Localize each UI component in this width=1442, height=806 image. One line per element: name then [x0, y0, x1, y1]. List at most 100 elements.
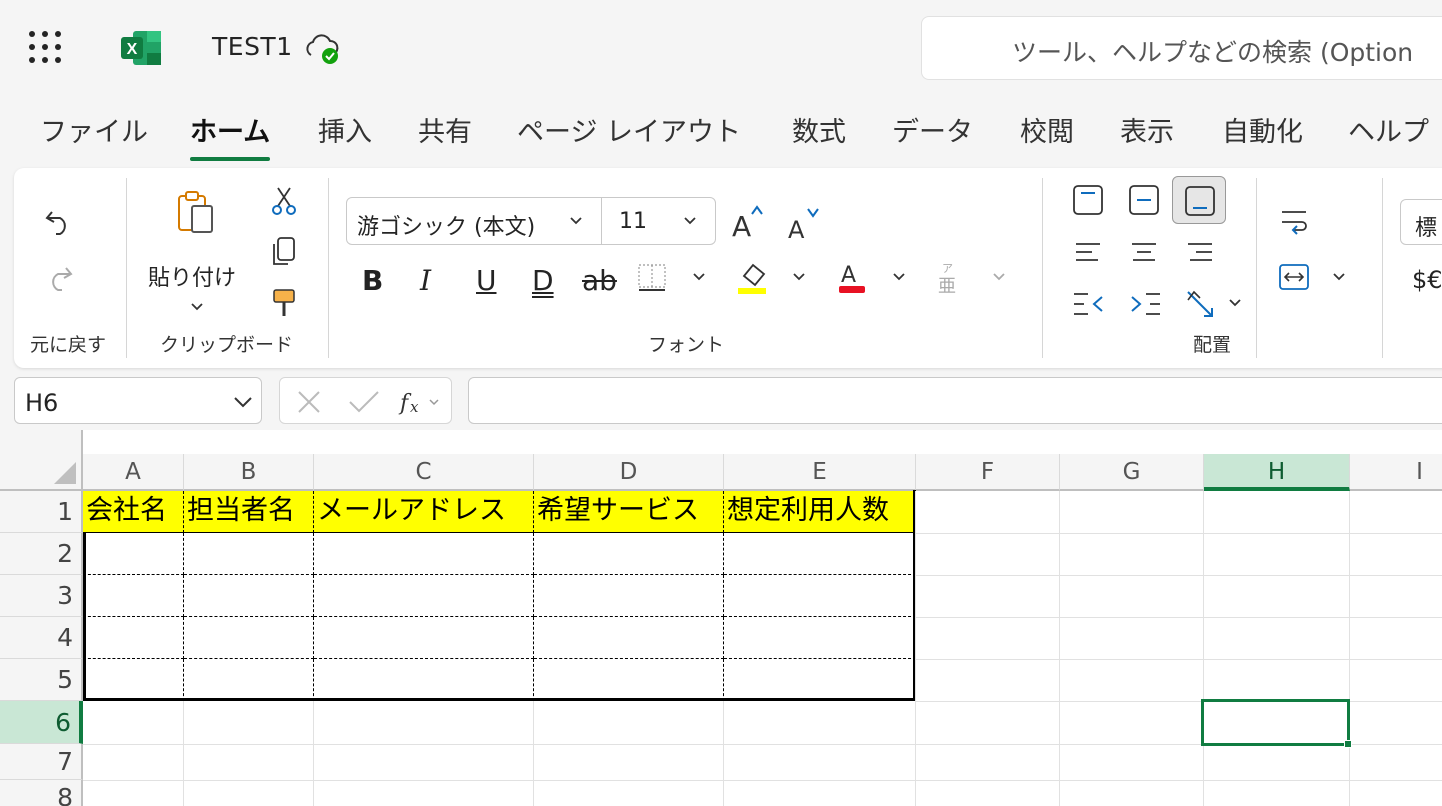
format-painter-icon[interactable] [270, 288, 298, 320]
cell-a1[interactable]: 会社名 [83, 491, 184, 533]
orientation-icon[interactable] [1184, 288, 1218, 320]
chevron-down-icon[interactable] [792, 272, 806, 282]
row-header-7[interactable]: 7 [0, 744, 83, 780]
table-cell[interactable] [534, 659, 724, 701]
chevron-down-icon[interactable] [1332, 272, 1346, 282]
currency-format-button[interactable]: $€ [1412, 266, 1442, 294]
align-right-icon[interactable] [1184, 238, 1216, 266]
paste-icon[interactable] [176, 190, 216, 234]
cancel-icon[interactable] [296, 389, 322, 415]
tab-home[interactable]: ホーム [190, 110, 271, 161]
font-color-icon[interactable]: A [836, 258, 868, 296]
row-header-1[interactable]: 1 [0, 491, 83, 533]
table-cell[interactable] [534, 617, 724, 659]
chevron-down-icon[interactable] [190, 302, 204, 312]
tab-formulas[interactable]: 数式 [792, 110, 846, 149]
formula-input[interactable] [468, 377, 1442, 424]
selected-cell-h6[interactable] [1201, 699, 1350, 746]
column-header-c[interactable]: C [314, 454, 534, 491]
align-top-icon[interactable] [1072, 184, 1104, 216]
row-header-3[interactable]: 3 [0, 575, 83, 617]
chevron-down-icon[interactable] [569, 216, 583, 226]
table-cell[interactable] [724, 533, 916, 575]
number-format-dropdown[interactable]: 標 [1400, 199, 1442, 245]
cut-icon[interactable] [270, 186, 298, 216]
bold-button[interactable]: B [362, 264, 383, 297]
chevron-down-icon[interactable] [683, 216, 697, 226]
table-cell[interactable] [184, 533, 314, 575]
column-header-e[interactable]: E [724, 454, 916, 491]
search-box[interactable]: ツール、ヘルプなどの検索 (Option [921, 16, 1442, 80]
align-left-icon[interactable] [1072, 238, 1104, 266]
table-cell[interactable] [314, 659, 534, 701]
chevron-down-icon[interactable] [1228, 298, 1242, 308]
copy-icon[interactable] [270, 236, 298, 268]
chevron-down-icon[interactable] [892, 272, 906, 282]
app-launcher-icon[interactable] [29, 31, 61, 63]
table-cell[interactable] [534, 533, 724, 575]
redo-icon[interactable] [44, 264, 74, 292]
increase-indent-icon[interactable] [1128, 290, 1162, 318]
decrease-indent-icon[interactable] [1072, 290, 1106, 318]
phonetic-guide-icon[interactable]: ア 亜 [936, 260, 964, 296]
align-bottom-button[interactable] [1172, 176, 1226, 224]
table-cell[interactable] [314, 533, 534, 575]
align-middle-icon[interactable] [1128, 184, 1160, 216]
cell-d1[interactable]: 希望サービス [534, 491, 724, 533]
paste-button[interactable]: 貼り付け [148, 260, 236, 292]
italic-button[interactable]: I [420, 264, 431, 297]
tab-data[interactable]: データ [892, 110, 973, 149]
font-size-dropdown[interactable]: 11 [619, 209, 647, 234]
row-header-8[interactable]: 8 [0, 780, 83, 806]
document-title[interactable]: TEST1 [212, 32, 293, 61]
table-cell[interactable] [83, 575, 184, 617]
tab-page-layout[interactable]: ページ レイアウト [517, 110, 741, 149]
row-header-6[interactable]: 6 [0, 701, 83, 744]
enter-icon[interactable] [348, 389, 380, 415]
table-cell[interactable] [184, 659, 314, 701]
tab-view[interactable]: 表示 [1120, 110, 1174, 149]
select-all-button[interactable] [0, 430, 83, 491]
table-cell[interactable] [314, 575, 534, 617]
chevron-down-icon[interactable] [692, 272, 706, 282]
column-header-a[interactable]: A [83, 454, 184, 491]
wrap-text-icon[interactable] [1278, 208, 1310, 236]
font-name-dropdown[interactable]: 游ゴシック (本文) [357, 209, 535, 241]
cell-b1[interactable]: 担当者名 [184, 491, 314, 533]
name-box[interactable]: H6 [14, 377, 262, 424]
table-cell[interactable] [724, 617, 916, 659]
table-cell[interactable] [534, 575, 724, 617]
row-header-4[interactable]: 4 [0, 617, 83, 659]
underline-button[interactable]: U [476, 264, 497, 297]
column-header-i[interactable]: I [1350, 454, 1442, 491]
tab-help[interactable]: ヘルプ [1348, 110, 1429, 149]
borders-icon[interactable] [636, 262, 668, 294]
cell-c1[interactable]: メールアドレス [314, 491, 534, 533]
tab-insert[interactable]: 挿入 [318, 110, 372, 149]
row-header-5[interactable]: 5 [0, 659, 83, 701]
tab-file[interactable]: ファイル [40, 110, 148, 149]
strikethrough-button[interactable]: ab [582, 264, 617, 297]
double-underline-button[interactable]: D [532, 264, 554, 297]
fill-handle[interactable] [1344, 740, 1352, 748]
chevron-down-icon[interactable] [233, 396, 253, 408]
table-cell[interactable] [314, 617, 534, 659]
align-center-icon[interactable] [1128, 238, 1160, 266]
tab-share[interactable]: 共有 [418, 110, 472, 149]
table-cell[interactable] [724, 659, 916, 701]
undo-icon[interactable] [44, 208, 74, 236]
column-header-f[interactable]: F [916, 454, 1060, 491]
column-header-d[interactable]: D [534, 454, 724, 491]
cloud-saved-icon[interactable] [303, 31, 343, 67]
table-cell[interactable] [83, 659, 184, 701]
table-cell[interactable] [184, 617, 314, 659]
column-header-h[interactable]: H [1204, 454, 1350, 491]
table-cell[interactable] [724, 575, 916, 617]
merge-center-icon[interactable] [1278, 262, 1310, 292]
insert-function-icon[interactable]: f x [398, 386, 446, 418]
column-header-g[interactable]: G [1060, 454, 1204, 491]
tab-review[interactable]: 校閲 [1020, 110, 1074, 149]
row-header-2[interactable]: 2 [0, 533, 83, 575]
fill-color-icon[interactable] [736, 258, 772, 296]
decrease-font-size-icon[interactable]: A [786, 206, 822, 240]
